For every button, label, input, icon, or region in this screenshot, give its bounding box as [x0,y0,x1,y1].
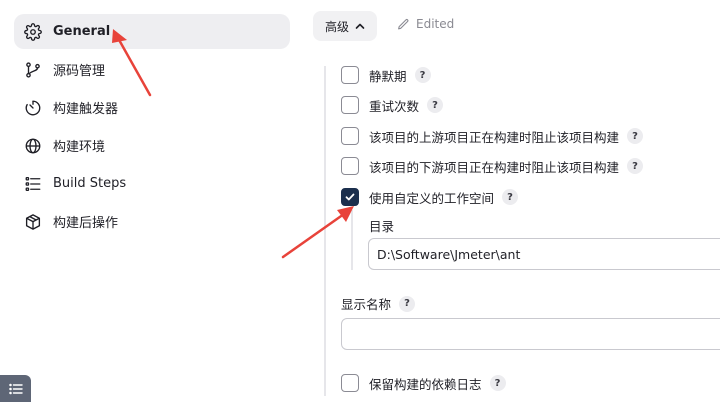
chevron-up-icon [355,23,365,29]
option-label: 该项目的上游项目正在构建时阻止该项目构建 [369,129,620,145]
option-label: 该项目的下游项目正在构建时阻止该项目构建 [369,159,620,175]
section-divider [324,66,326,396]
display-name-label: 显示名称 [341,297,392,312]
help-icon[interactable]: ? [627,158,644,174]
checkbox[interactable] [341,96,359,114]
checkbox[interactable] [341,66,359,84]
globe-icon [24,137,42,155]
list-icon [24,175,42,193]
help-icon[interactable]: ? [414,67,431,83]
timer-icon [24,99,42,117]
package-icon [24,213,42,231]
help-icon[interactable]: ? [427,97,444,113]
directory-input[interactable] [368,238,720,270]
sidebar-item-post-build-actions[interactable]: 构建后操作 [14,204,290,239]
toc-toggle-button[interactable] [0,375,31,402]
sidebar-item-label: General [53,24,111,39]
display-name-input[interactable] [341,318,720,350]
sidebar-item-general[interactable]: General [14,14,290,49]
help-icon[interactable]: ? [489,375,506,391]
branch-icon [24,61,42,79]
annotation-arrow-workspace [281,206,354,259]
option-keep-dependency-log[interactable]: 保留构建的依赖日志 ? [341,373,506,393]
advanced-label: 高级 [324,19,349,34]
nested-section-divider [351,210,353,270]
checkmark-icon [345,193,355,201]
option-retry-count[interactable]: 重试次数 ? [341,95,444,115]
help-icon[interactable]: ? [502,189,519,205]
edited-status: Edited [397,17,454,31]
sidebar-item-label: 构建触发器 [53,102,119,117]
sidebar-item-label: 构建后操作 [53,216,119,231]
option-quiet-period[interactable]: 静默期 ? [341,65,431,85]
advanced-button[interactable]: 高级 [313,11,377,41]
sidebar-item-build-steps[interactable]: Build Steps [14,166,290,201]
help-icon[interactable]: ? [627,128,644,144]
pencil-icon [398,18,409,29]
help-icon[interactable]: ? [399,295,416,312]
sidebar-item-build-environment[interactable]: 构建环境 [14,128,290,163]
display-name-field-label: 显示名称 ? [341,294,416,313]
sidebar-item-label: 源码管理 [53,64,106,79]
checkbox[interactable] [341,127,359,145]
checkbox[interactable] [341,374,359,392]
list-icon [8,383,23,394]
directory-label: 目录 [369,219,395,234]
checkbox[interactable] [341,157,359,175]
option-label: 重试次数 [369,98,420,114]
option-label: 保留构建的依赖日志 [369,376,482,392]
edited-label: Edited [416,17,455,31]
sidebar-item-source-control[interactable]: 源码管理 [14,52,290,87]
sidebar-item-label: 构建环境 [53,140,106,155]
sidebar-item-build-triggers[interactable]: 构建触发器 [14,90,290,125]
option-custom-workspace[interactable]: 使用自定义的工作空间 ? [341,187,519,207]
option-label: 使用自定义的工作空间 [369,190,495,206]
checkbox-checked[interactable] [341,188,359,206]
option-block-upstream[interactable]: 该项目的上游项目正在构建时阻止该项目构建 ? [341,126,644,146]
option-block-downstream[interactable]: 该项目的下游项目正在构建时阻止该项目构建 ? [341,156,644,176]
option-label: 静默期 [369,68,407,84]
gear-icon [24,22,42,41]
sidebar-item-label: Build Steps [53,176,127,191]
